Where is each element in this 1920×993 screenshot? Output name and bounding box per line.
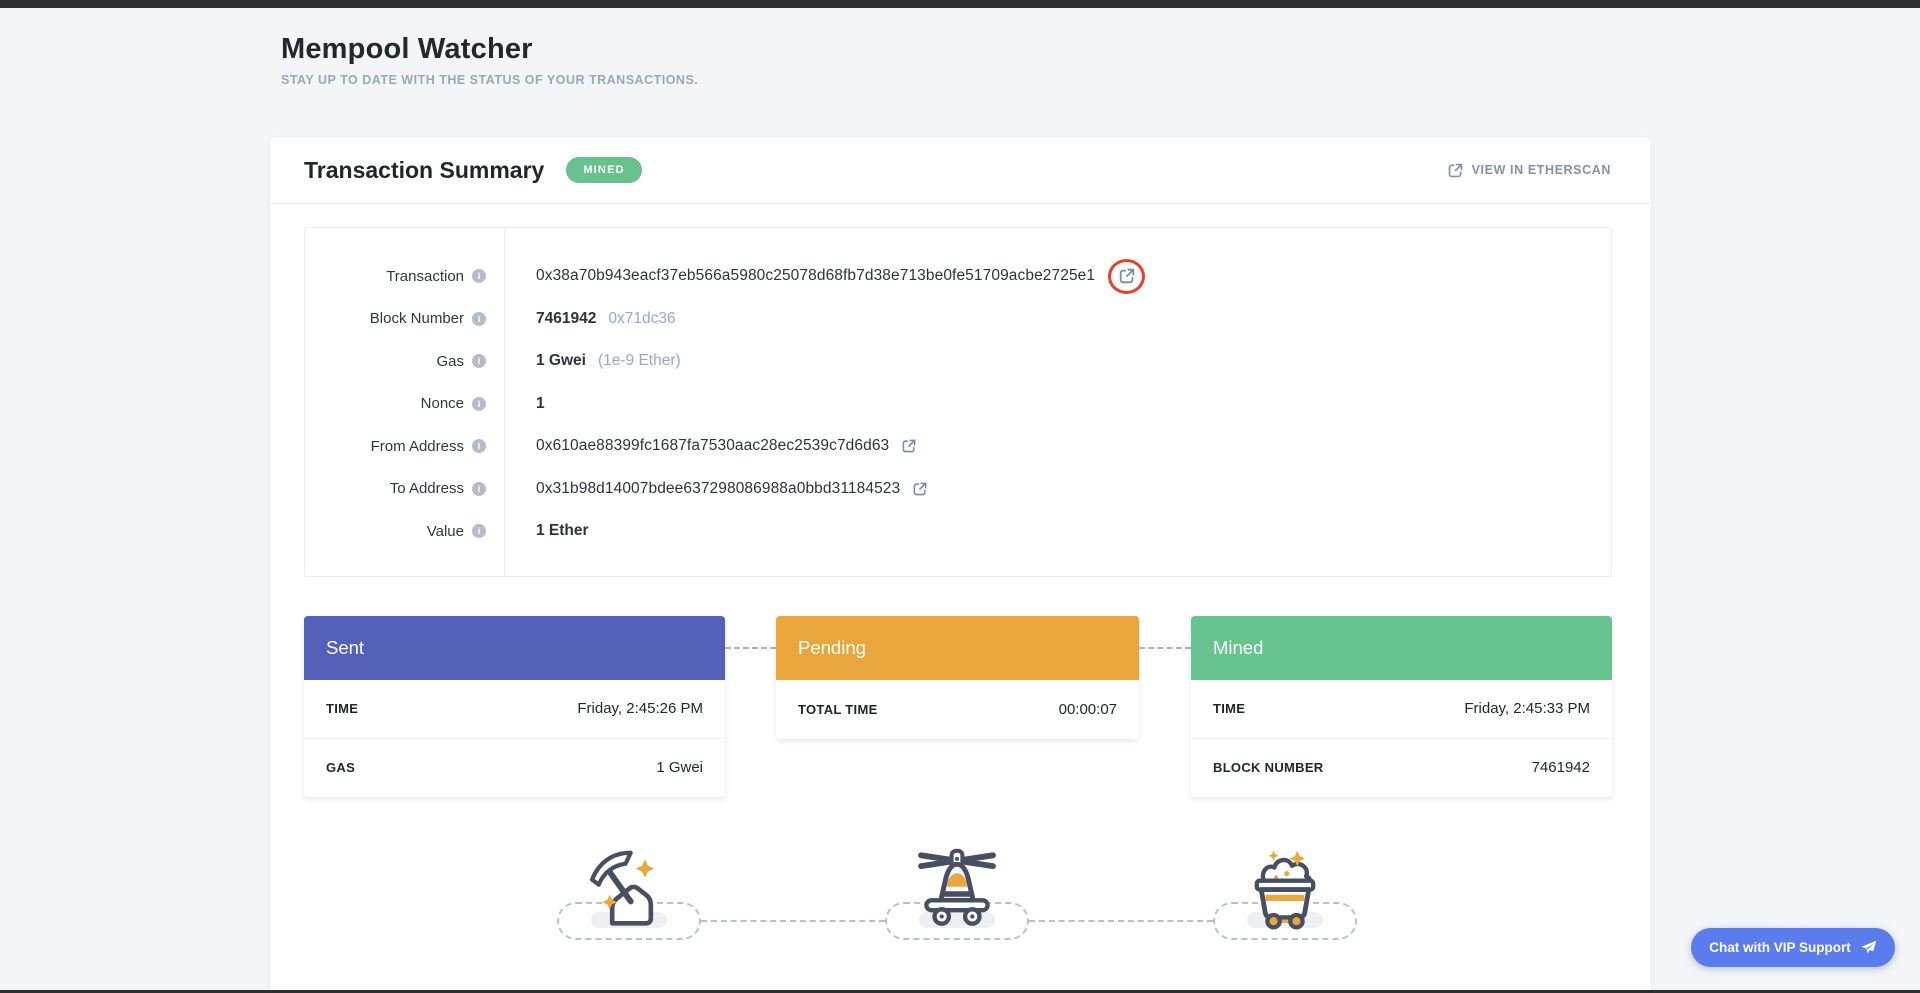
- transaction-details-table: Transaction i 0x38a70b943eacf37eb566a598…: [304, 227, 1612, 577]
- info-icon[interactable]: i: [472, 439, 486, 453]
- page-subtitle: STAY UP TO DATE WITH THE STATUS OF YOUR …: [281, 73, 698, 87]
- table-row-value: Value i 1 Ether: [305, 510, 1611, 553]
- info-icon[interactable]: i: [472, 312, 486, 326]
- handcar-icon: [905, 840, 1009, 930]
- block-number-hex: 0x71dc36: [608, 310, 675, 328]
- info-icon[interactable]: i: [472, 354, 486, 368]
- stage-row-value: Friday, 2:45:33 PM: [1464, 700, 1590, 717]
- stage-row: TIME Friday, 2:45:33 PM: [1191, 680, 1612, 739]
- info-icon[interactable]: i: [472, 482, 486, 496]
- column-divider: [504, 228, 505, 576]
- paper-plane-icon: [1860, 939, 1877, 956]
- row-label: To Address: [390, 480, 464, 497]
- row-label: Value: [427, 523, 464, 540]
- to-address-value: 0x31b98d14007bdee637298086988a0bbd311845…: [536, 480, 900, 498]
- page-header: Mempool Watcher STAY UP TO DATE WITH THE…: [281, 33, 698, 87]
- gas-ether-equivalent: (1e-9 Ether): [598, 352, 681, 370]
- row-label: From Address: [371, 438, 464, 455]
- external-link-icon: [1447, 162, 1464, 179]
- stage-row: TOTAL TIME 00:00:07: [776, 680, 1139, 739]
- ether-value: 1 Ether: [536, 522, 589, 540]
- stage-row-label: BLOCK NUMBER: [1213, 760, 1323, 775]
- table-row-to-address: To Address i 0x31b98d14007bdee6372980869…: [305, 468, 1611, 511]
- stage-header-pending: Pending: [776, 616, 1139, 680]
- table-row-block-number: Block Number i 7461942 0x71dc36: [305, 298, 1611, 341]
- stage-row-value: 7461942: [1532, 759, 1590, 776]
- info-icon[interactable]: i: [472, 397, 486, 411]
- stage-row: BLOCK NUMBER 7461942: [1191, 739, 1612, 798]
- block-number-value: 7461942: [536, 310, 596, 328]
- transaction-summary-card: Transaction Summary MINED VIEW IN ETHERS…: [270, 137, 1651, 993]
- nonce-value: 1: [536, 395, 545, 413]
- stage-row-value: 1 Gwei: [656, 759, 703, 776]
- stage-connector: [725, 647, 776, 649]
- info-icon[interactable]: i: [472, 524, 486, 538]
- table-row-transaction: Transaction i 0x38a70b943eacf37eb566a598…: [305, 255, 1611, 298]
- status-badge: MINED: [566, 157, 641, 183]
- minecart-icon: [1241, 842, 1329, 930]
- etherscan-link-label: VIEW IN ETHERSCAN: [1472, 163, 1611, 177]
- from-address-value: 0x610ae88399fc1687fa7530aac28ec2539c7d6d…: [536, 437, 889, 455]
- info-icon[interactable]: i: [472, 269, 486, 283]
- table-row-from-address: From Address i 0x610ae88399fc1687fa7530a…: [305, 425, 1611, 468]
- card-title: Transaction Summary: [304, 157, 544, 184]
- view-in-etherscan-link[interactable]: VIEW IN ETHERSCAN: [1447, 162, 1611, 179]
- window-top-bar: [0, 0, 1920, 8]
- stage-row: TIME Friday, 2:45:26 PM: [304, 680, 725, 739]
- table-row-gas: Gas i 1 Gwei (1e-9 Ether): [305, 340, 1611, 383]
- transaction-external-link-icon[interactable]: [1118, 267, 1136, 285]
- stage-row-label: TOTAL TIME: [798, 702, 878, 717]
- chat-button-label: Chat with VIP Support: [1709, 940, 1851, 955]
- stage-connector: [1139, 647, 1191, 649]
- gas-value: 1 Gwei: [536, 352, 586, 370]
- timeline-stage-mined: Mined TIME Friday, 2:45:33 PM BLOCK NUMB…: [1191, 616, 1612, 797]
- to-address-external-link-icon[interactable]: [912, 481, 928, 497]
- row-label: Nonce: [421, 395, 464, 412]
- stage-row-label: TIME: [326, 701, 358, 716]
- pill-connector: [701, 920, 885, 922]
- card-header: Transaction Summary MINED VIEW IN ETHERS…: [270, 137, 1651, 204]
- red-circle-annotation: [1108, 259, 1145, 294]
- stage-row-value: Friday, 2:45:26 PM: [577, 700, 703, 717]
- stage-row: GAS 1 Gwei: [304, 739, 725, 798]
- row-label: Gas: [436, 353, 464, 370]
- row-label: Transaction: [386, 268, 464, 285]
- table-row-nonce: Nonce i 1: [305, 383, 1611, 426]
- page-title: Mempool Watcher: [281, 33, 698, 66]
- stage-row-label: GAS: [326, 760, 355, 775]
- timeline-stage-sent: Sent TIME Friday, 2:45:26 PM GAS 1 Gwei: [304, 616, 725, 797]
- stage-header-mined: Mined: [1191, 616, 1612, 680]
- timeline-stage-pending: Pending TOTAL TIME 00:00:07: [776, 616, 1139, 739]
- stage-row-value: 00:00:07: [1059, 701, 1117, 718]
- row-label: Block Number: [370, 310, 464, 327]
- pill-connector: [1029, 920, 1213, 922]
- transaction-hash: 0x38a70b943eacf37eb566a5980c25078d68fb7d…: [536, 267, 1095, 285]
- stage-header-sent: Sent: [304, 616, 725, 680]
- pickaxe-rock-icon: [587, 846, 671, 930]
- from-address-external-link-icon[interactable]: [901, 438, 917, 454]
- chat-vip-support-button[interactable]: Chat with VIP Support: [1691, 928, 1895, 967]
- stage-row-label: TIME: [1213, 701, 1245, 716]
